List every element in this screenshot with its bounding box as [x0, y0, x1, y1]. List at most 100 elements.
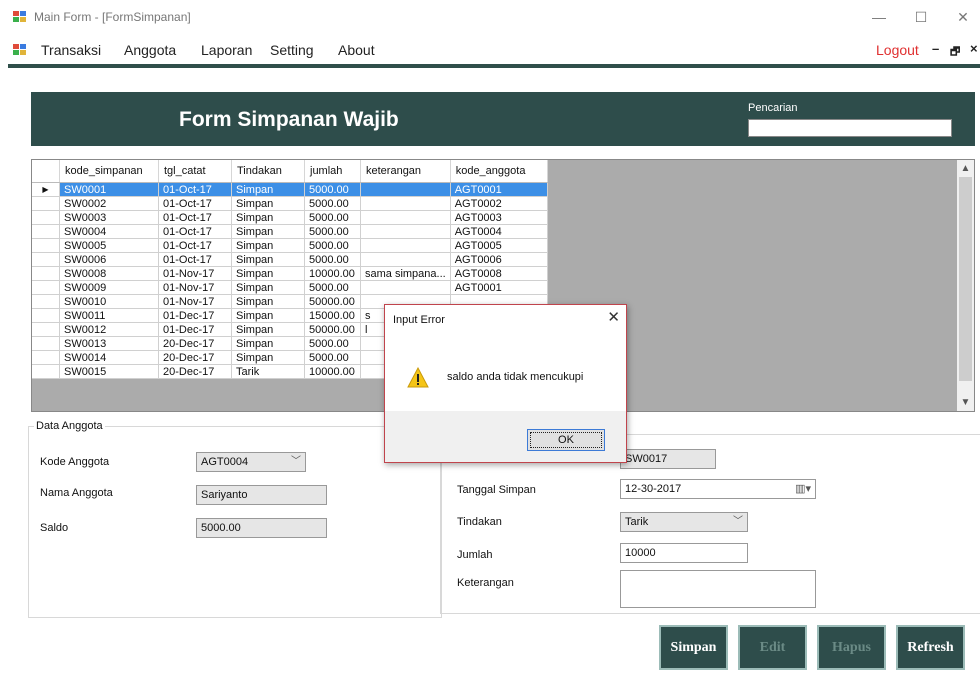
row-header[interactable] [32, 308, 60, 323]
col-tindakan[interactable]: Tindakan [231, 160, 305, 183]
minimize-button[interactable]: — [864, 6, 894, 28]
calendar-icon[interactable]: ▥▾ [795, 480, 811, 498]
table-cell[interactable]: Tarik [231, 364, 305, 379]
scroll-up-icon[interactable]: ▲ [957, 160, 974, 177]
tanggal-simpan-picker[interactable]: 12-30-2017 ▥▾ [620, 479, 816, 499]
close-button[interactable]: ✕ [948, 6, 978, 28]
row-header[interactable] [32, 294, 60, 309]
table-cell[interactable]: AGT0001 [450, 182, 548, 197]
mdi-minimize-button[interactable]: – [932, 41, 939, 56]
table-cell[interactable]: 20-Dec-17 [158, 350, 232, 365]
table-cell[interactable]: AGT0004 [450, 224, 548, 239]
table-cell[interactable]: Simpan [231, 350, 305, 365]
table-cell[interactable]: Simpan [231, 266, 305, 281]
table-cell[interactable]: SW0006 [59, 252, 159, 267]
table-cell[interactable]: 20-Dec-17 [158, 364, 232, 379]
col-kode-anggota[interactable]: kode_anggota [450, 160, 548, 183]
table-cell[interactable]: SW0002 [59, 196, 159, 211]
table-cell[interactable]: SW0008 [59, 266, 159, 281]
jumlah-input[interactable]: 10000 [620, 543, 748, 563]
table-cell[interactable]: Simpan [231, 308, 305, 323]
table-cell[interactable]: Simpan [231, 294, 305, 309]
row-header[interactable] [32, 196, 60, 211]
search-input[interactable] [748, 119, 952, 137]
table-cell[interactable]: Simpan [231, 336, 305, 351]
table-cell[interactable]: AGT0006 [450, 252, 548, 267]
kode-simpanan-field[interactable]: SW0017 [620, 449, 716, 469]
table-row[interactable]: SW0006 01-Oct-17 Simpan 5000.00 AGT0006 [32, 252, 548, 267]
table-cell[interactable]: SW0010 [59, 294, 159, 309]
table-cell[interactable]: 5000.00 [304, 210, 361, 225]
table-cell[interactable]: 5000.00 [304, 224, 361, 239]
table-cell[interactable]: 50000.00 [304, 294, 361, 309]
table-cell[interactable]: AGT0005 [450, 238, 548, 253]
table-cell[interactable]: AGT0001 [450, 280, 548, 295]
table-cell[interactable]: Simpan [231, 210, 305, 225]
col-tgl-catat[interactable]: tgl_catat [158, 160, 232, 183]
table-cell[interactable]: 01-Nov-17 [158, 266, 232, 281]
mdi-close-button[interactable]: × [970, 41, 978, 56]
table-cell[interactable]: AGT0008 [450, 266, 548, 281]
row-header[interactable] [32, 350, 60, 365]
close-icon[interactable]: ✕ [607, 308, 620, 326]
row-header[interactable] [32, 280, 60, 295]
table-cell[interactable]: Simpan [231, 322, 305, 337]
table-cell[interactable]: 15000.00 [304, 308, 361, 323]
table-cell[interactable]: 10000.00 [304, 266, 361, 281]
table-cell[interactable]: 01-Oct-17 [158, 182, 232, 197]
table-cell[interactable]: SW0011 [59, 308, 159, 323]
table-cell[interactable]: Simpan [231, 280, 305, 295]
table-cell[interactable]: SW0013 [59, 336, 159, 351]
table-cell[interactable]: SW0012 [59, 322, 159, 337]
row-header[interactable] [32, 364, 60, 379]
table-row[interactable]: SW0009 01-Nov-17 Simpan 5000.00 AGT0001 [32, 280, 548, 295]
table-cell[interactable]: Simpan [231, 252, 305, 267]
saldo-field[interactable]: 5000.00 [196, 518, 327, 538]
table-row[interactable]: ▶ SW0001 01-Oct-17 Simpan 5000.00 AGT0001 [32, 182, 548, 197]
simpan-button[interactable]: Simpan [659, 625, 728, 670]
table-cell[interactable]: Simpan [231, 196, 305, 211]
maximize-button[interactable]: ☐ [906, 6, 936, 28]
table-cell[interactable]: 10000.00 [304, 364, 361, 379]
table-cell[interactable]: Simpan [231, 238, 305, 253]
table-cell[interactable]: SW0001 [59, 182, 159, 197]
menu-about[interactable]: About [338, 42, 375, 58]
table-cell[interactable]: 01-Oct-17 [158, 210, 232, 225]
keterangan-input[interactable] [620, 570, 816, 608]
table-cell[interactable]: SW0005 [59, 238, 159, 253]
table-cell[interactable]: 01-Oct-17 [158, 224, 232, 239]
table-cell[interactable]: SW0009 [59, 280, 159, 295]
table-cell[interactable]: 5000.00 [304, 350, 361, 365]
table-cell[interactable]: 01-Dec-17 [158, 308, 232, 323]
row-header[interactable] [32, 252, 60, 267]
row-header[interactable]: ▶ [32, 182, 60, 197]
chevron-down-icon[interactable]: ﹀ [733, 513, 743, 531]
table-cell[interactable] [360, 224, 451, 239]
row-header[interactable] [32, 266, 60, 281]
table-cell[interactable] [360, 238, 451, 253]
table-cell[interactable]: 20-Dec-17 [158, 336, 232, 351]
scroll-thumb[interactable] [959, 177, 972, 381]
tindakan-combo[interactable]: Tarik ﹀ [620, 512, 748, 532]
edit-button[interactable]: Edit [738, 625, 807, 670]
menu-laporan[interactable]: Laporan [201, 42, 252, 58]
table-cell[interactable]: 01-Oct-17 [158, 252, 232, 267]
row-header[interactable] [32, 322, 60, 337]
table-row[interactable]: SW0004 01-Oct-17 Simpan 5000.00 AGT0004 [32, 224, 548, 239]
table-row[interactable]: SW0002 01-Oct-17 Simpan 5000.00 AGT0002 [32, 196, 548, 211]
table-cell[interactable]: Simpan [231, 182, 305, 197]
table-cell[interactable]: 5000.00 [304, 280, 361, 295]
table-cell[interactable]: 5000.00 [304, 252, 361, 267]
table-cell[interactable] [360, 280, 451, 295]
menu-transaksi[interactable]: Transaksi [41, 42, 101, 58]
table-cell[interactable] [360, 252, 451, 267]
ok-button[interactable]: OK [527, 429, 605, 451]
table-row[interactable]: SW0003 01-Oct-17 Simpan 5000.00 AGT0003 [32, 210, 548, 225]
col-keterangan[interactable]: keterangan [360, 160, 451, 183]
table-cell[interactable] [360, 196, 451, 211]
table-cell[interactable]: SW0004 [59, 224, 159, 239]
nama-anggota-field[interactable]: Sariyanto [196, 485, 327, 505]
hapus-button[interactable]: Hapus [817, 625, 886, 670]
menu-anggota[interactable]: Anggota [124, 42, 176, 58]
table-cell[interactable]: 01-Oct-17 [158, 238, 232, 253]
